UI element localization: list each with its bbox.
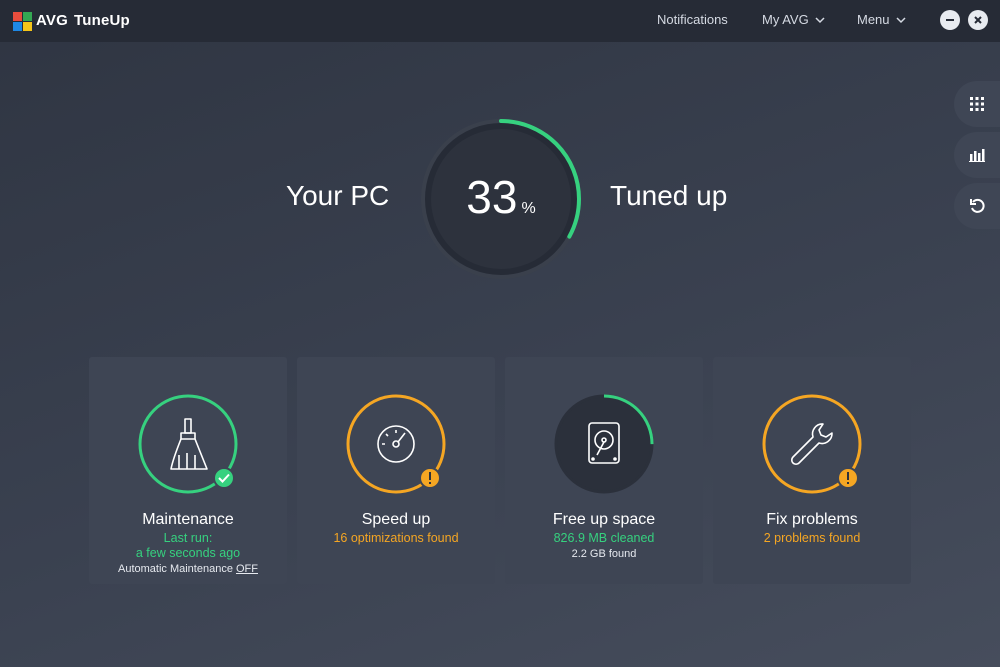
avg-logo-icon bbox=[13, 12, 32, 31]
free-up-space-found: 2.2 GB found bbox=[571, 548, 637, 560]
speed-up-title: Speed up bbox=[361, 511, 431, 528]
warning-badge-icon bbox=[837, 467, 859, 489]
statistics-button[interactable] bbox=[954, 132, 1000, 178]
auto-maintenance-label: Automatic Maintenance bbox=[117, 563, 233, 575]
brand-name: TuneUp bbox=[74, 12, 130, 29]
minimize-button[interactable] bbox=[940, 10, 960, 30]
free-up-space-title: Free up space bbox=[552, 511, 656, 528]
undo-icon bbox=[970, 198, 985, 213]
free-up-space-cleaned: 826.9 MB cleaned bbox=[553, 531, 655, 545]
chevron-down-icon bbox=[815, 16, 825, 23]
app-brand: AVG TuneUp bbox=[36, 12, 130, 29]
title-bar: AVG TuneUp Notifications My AVG Menu bbox=[0, 0, 1000, 42]
auto-maintenance-toggle-link[interactable]: OFF bbox=[236, 563, 258, 575]
tuned-up-unit: % bbox=[521, 200, 536, 217]
brand-logo-text: AVG bbox=[36, 12, 68, 29]
close-button[interactable] bbox=[968, 10, 988, 30]
check-badge-icon bbox=[213, 467, 235, 489]
speedometer-icon bbox=[377, 425, 415, 463]
my-avg-label: My AVG bbox=[762, 12, 809, 27]
maintenance-card[interactable]: Maintenance Last run: a few seconds ago … bbox=[89, 357, 287, 584]
maintenance-title: Maintenance bbox=[142, 511, 234, 528]
hero-left-text: Your PC bbox=[286, 180, 390, 211]
speed-up-card[interactable]: Speed up 16 optimizations found bbox=[297, 357, 495, 584]
apps-grid-button[interactable] bbox=[954, 81, 1000, 127]
wrench-icon bbox=[790, 423, 833, 466]
notifications-label: Notifications bbox=[657, 12, 728, 27]
rescue-center-button[interactable] bbox=[954, 183, 1000, 229]
minimize-icon bbox=[946, 19, 954, 21]
speed-up-status: 16 optimizations found bbox=[333, 531, 459, 545]
close-icon bbox=[974, 16, 982, 24]
notifications-link[interactable]: Notifications bbox=[657, 12, 728, 27]
chevron-down-icon bbox=[896, 16, 906, 23]
hero-right-text: Tuned up bbox=[610, 180, 728, 211]
bar-chart-icon bbox=[969, 149, 985, 162]
broom-icon bbox=[170, 418, 208, 470]
tuned-up-number: 33 bbox=[466, 171, 518, 223]
auto-maintenance-status: Automatic Maintenance OFF bbox=[89, 563, 287, 575]
apps-grid-icon bbox=[970, 97, 984, 111]
free-up-space-ring bbox=[554, 394, 654, 494]
free-up-space-card[interactable]: Free up space 826.9 MB cleaned 2.2 GB fo… bbox=[505, 357, 703, 584]
warning-badge-icon bbox=[419, 467, 441, 489]
my-avg-menu[interactable]: My AVG bbox=[762, 12, 825, 27]
main-menu[interactable]: Menu bbox=[857, 12, 906, 27]
tuned-up-value: 33% bbox=[420, 170, 582, 224]
menu-label: Menu bbox=[857, 12, 890, 27]
maintenance-last-run-label: Last run: bbox=[163, 531, 213, 545]
fix-problems-status: 2 problems found bbox=[763, 531, 861, 545]
fix-problems-card[interactable]: Fix problems 2 problems found bbox=[713, 357, 911, 584]
fix-problems-title: Fix problems bbox=[766, 511, 858, 528]
maintenance-last-run-value: a few seconds ago bbox=[135, 546, 241, 560]
